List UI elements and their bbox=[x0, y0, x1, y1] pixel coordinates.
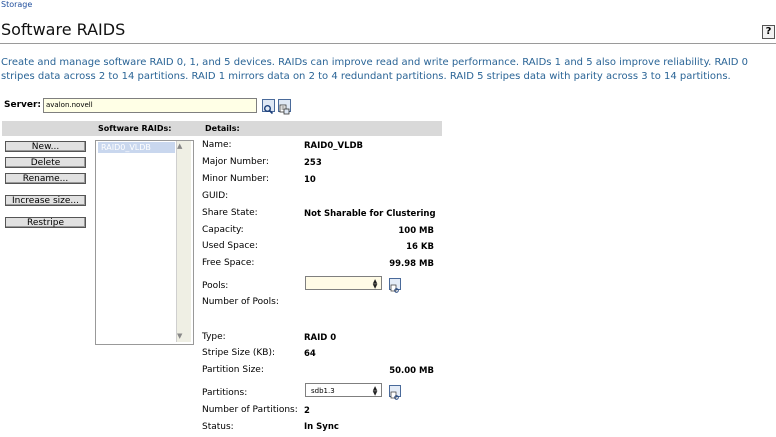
details-icon[interactable] bbox=[389, 385, 401, 400]
browse-icon[interactable] bbox=[278, 99, 291, 115]
pools-select[interactable]: ▲ ▼ bbox=[305, 276, 382, 290]
number-of-partitions-label: Number of Partitions: bbox=[202, 405, 298, 415]
name-value: RAID0_VLDB bbox=[304, 141, 364, 151]
search-icon[interactable] bbox=[262, 99, 275, 115]
stripe-size-label: Stripe Size (KB): bbox=[202, 348, 276, 358]
server-label: Server: bbox=[4, 100, 42, 110]
pools-label: Pools: bbox=[202, 281, 229, 291]
capacity-label: Capacity: bbox=[202, 225, 244, 235]
breadcrumb-storage[interactable]: Storage bbox=[1, 0, 32, 9]
details-icon[interactable] bbox=[389, 278, 401, 293]
restripe-button[interactable]: Restripe bbox=[5, 217, 86, 228]
capacity-value: 100 MB bbox=[398, 226, 434, 236]
partitions-select-value: sdb1.3 bbox=[311, 387, 335, 395]
partition-size-value: 50.00 MB bbox=[389, 366, 434, 376]
delete-button[interactable]: Delete bbox=[5, 157, 86, 168]
stripe-size-value: 64 bbox=[304, 349, 316, 359]
status-label: Status: bbox=[202, 422, 234, 432]
scroll-up-icon[interactable]: ▲ bbox=[177, 142, 182, 150]
rename-button[interactable]: Rename... bbox=[5, 173, 86, 184]
major-number-label: Major Number: bbox=[202, 157, 269, 167]
free-space-label: Free Space: bbox=[202, 258, 255, 268]
list-item[interactable]: RAID0_VLDB bbox=[98, 142, 175, 153]
page-title: Software RAIDS bbox=[1, 20, 126, 39]
number-of-partitions-value: 2 bbox=[304, 406, 310, 416]
guid-label: GUID: bbox=[202, 191, 229, 201]
scroll-down-icon[interactable]: ▼ bbox=[177, 332, 182, 340]
spinner-icon: ▲ ▼ bbox=[372, 278, 378, 290]
share-state-label: Share State: bbox=[202, 208, 258, 218]
share-state-value: Not Sharable for Clustering bbox=[304, 209, 436, 219]
server-input[interactable] bbox=[43, 98, 257, 113]
listbox-scrollbar[interactable] bbox=[176, 141, 191, 342]
type-label: Type: bbox=[202, 332, 226, 342]
number-of-pools-label: Number of Pools: bbox=[202, 297, 279, 307]
free-space-value: 99.98 MB bbox=[389, 259, 434, 269]
status-value: In Sync bbox=[304, 422, 339, 432]
name-label: Name: bbox=[202, 140, 232, 150]
minor-number-label: Minor Number: bbox=[202, 174, 270, 184]
used-space-label: Used Space: bbox=[202, 241, 258, 251]
used-space-value: 16 KB bbox=[406, 242, 434, 252]
software-raids-header: Software RAIDs: bbox=[98, 124, 172, 133]
type-value: RAID 0 bbox=[304, 333, 337, 343]
list-item-label: RAID0_VLDB bbox=[101, 143, 151, 152]
minor-number-value: 10 bbox=[304, 175, 316, 185]
new-button[interactable]: New... bbox=[5, 141, 86, 152]
partitions-select[interactable]: sdb1.3 ▲ ▼ bbox=[305, 383, 382, 397]
spinner-icon: ▲ ▼ bbox=[372, 385, 378, 397]
help-button[interactable]: ? bbox=[762, 25, 775, 39]
details-header: Details: bbox=[205, 124, 240, 133]
page-description: Create and manage software RAID 0, 1, an… bbox=[1, 57, 749, 82]
partitions-label: Partitions: bbox=[202, 388, 248, 398]
partition-size-label: Partition Size: bbox=[202, 365, 264, 375]
major-number-value: 253 bbox=[304, 158, 322, 168]
title-divider bbox=[0, 43, 776, 44]
increase-size-button[interactable]: Increase size... bbox=[5, 195, 86, 206]
